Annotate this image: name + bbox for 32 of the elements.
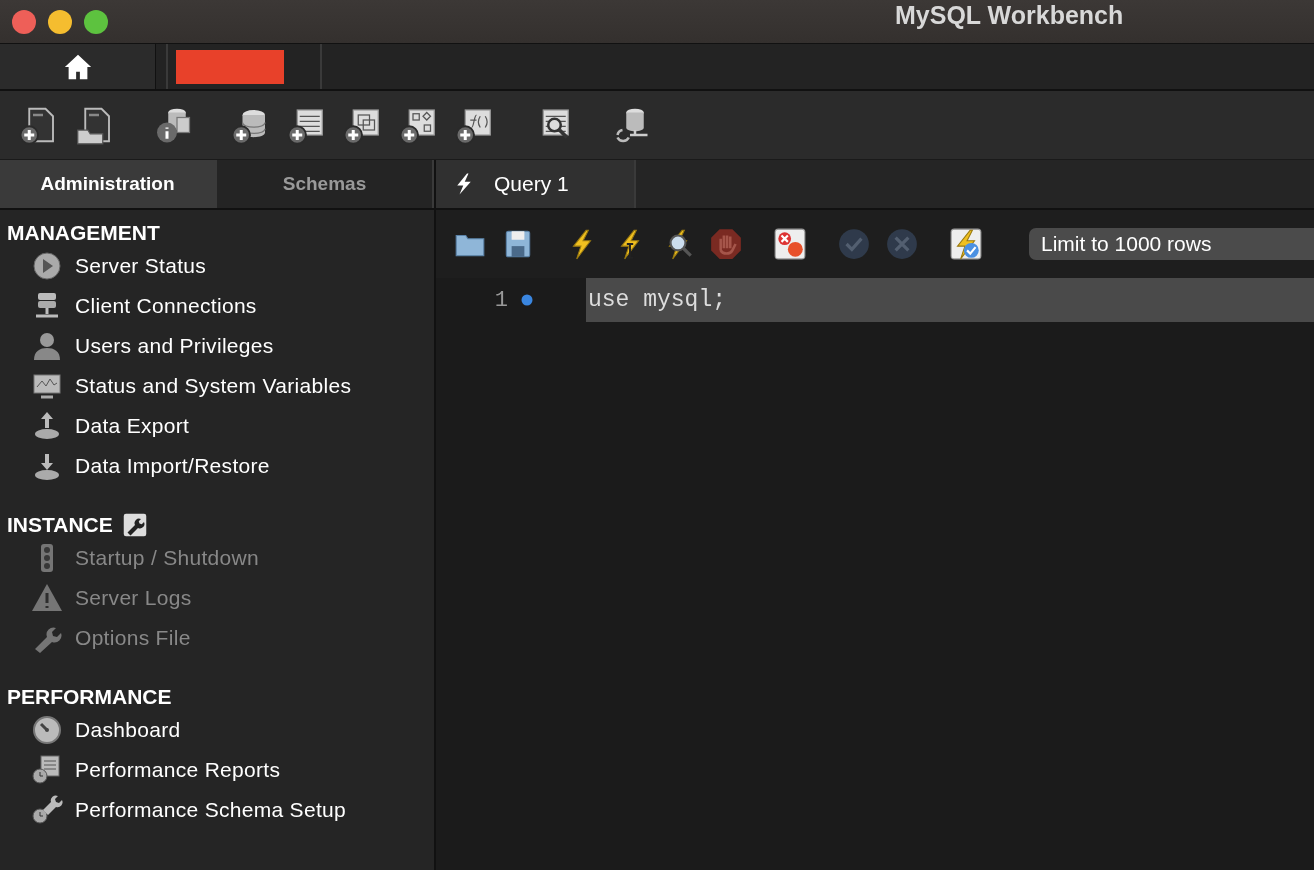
gauge-icon <box>31 714 63 746</box>
sidebar-item[interactable]: Client Connections <box>0 286 434 326</box>
user-icon <box>31 330 63 362</box>
play-icon <box>31 250 63 282</box>
query-tab[interactable]: Query 1 <box>436 160 636 208</box>
wrench-gauge-icon <box>31 794 63 826</box>
reports-icon <box>31 754 63 786</box>
sidebar-item[interactable]: Dashboard <box>0 710 434 750</box>
minimize-window-button[interactable] <box>48 9 72 34</box>
section-heading: PERFORMANCE <box>7 685 172 709</box>
sidebar-item[interactable]: Data Import/Restore <box>0 446 434 486</box>
sidebar-tab[interactable]: Administration <box>0 160 217 208</box>
error-stop-icon[interactable] <box>773 227 807 261</box>
close-window-button[interactable] <box>12 9 36 34</box>
sidebar-item[interactable]: Users and Privileges <box>0 326 434 366</box>
sidebar-item[interactable]: Server Status <box>0 246 434 286</box>
limit-rows-dropdown[interactable]: Limit to 1000 rows <box>1029 228 1314 260</box>
warning-icon <box>31 582 63 614</box>
sidebar-tab[interactable]: Schemas <box>217 160 434 208</box>
line-number: 1 <box>493 287 508 313</box>
sidebar-item[interactable]: Data Export <box>0 406 434 446</box>
home-tab[interactable] <box>0 44 156 89</box>
sidebar-item[interactable]: Performance Reports <box>0 750 434 790</box>
lightning-check-icon[interactable] <box>949 227 983 261</box>
section-heading: INSTANCE <box>7 513 113 537</box>
window-title: MySQL Workbench <box>895 0 1124 30</box>
connection-tab[interactable] <box>176 49 284 84</box>
zoom-window-button[interactable] <box>84 9 108 34</box>
stop-hand-icon[interactable] <box>709 227 743 261</box>
section-heading: MANAGEMENT <box>7 221 160 245</box>
sidebar-item[interactable]: Status and System Variables <box>0 366 434 406</box>
sidebar-item[interactable]: Performance Schema Setup <box>0 790 434 830</box>
